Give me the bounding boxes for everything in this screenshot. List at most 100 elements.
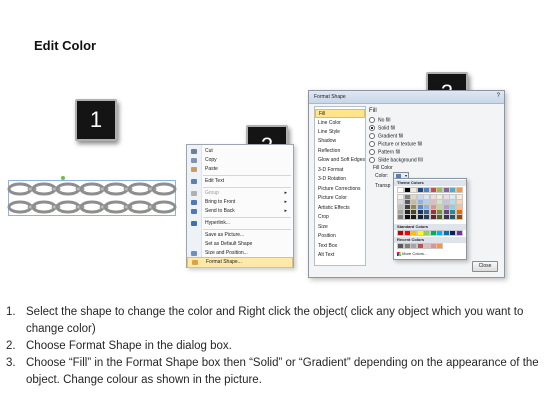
- no-fill-radio[interactable]: No fill: [369, 117, 391, 124]
- theme-shade-swatch[interactable]: [403, 204, 411, 210]
- theme-shade-swatch[interactable]: [436, 199, 443, 205]
- theme-shade-swatch[interactable]: [436, 194, 443, 200]
- theme-shade-swatch[interactable]: [442, 209, 450, 215]
- theme-shade-swatch[interactable]: [403, 209, 411, 215]
- theme-color-swatch[interactable]: [397, 187, 404, 193]
- picture-fill-radio[interactable]: Picture or texture fill: [369, 141, 422, 148]
- theme-color-swatch[interactable]: [403, 187, 411, 193]
- theme-shade-swatch[interactable]: [397, 194, 404, 200]
- theme-shade-swatch[interactable]: [436, 214, 443, 220]
- standard-color-swatch[interactable]: [436, 230, 443, 236]
- theme-shade-swatch[interactable]: [397, 209, 404, 215]
- category-crop[interactable]: Crop: [315, 213, 365, 222]
- menu-item-format-shape[interactable]: Format Shape...: [187, 257, 293, 268]
- recent-color-swatch[interactable]: [429, 243, 437, 249]
- theme-color-swatch[interactable]: [449, 187, 456, 193]
- theme-color-swatch[interactable]: [429, 187, 437, 193]
- slide-background-fill-radio[interactable]: Slide background fill: [369, 157, 423, 164]
- theme-shade-swatch[interactable]: [410, 199, 417, 205]
- pattern-fill-radio[interactable]: Pattern fill: [369, 149, 400, 156]
- menu-item-group[interactable]: Group ▸: [187, 189, 291, 198]
- theme-shade-swatch[interactable]: [423, 194, 430, 200]
- theme-shade-swatch[interactable]: [403, 194, 411, 200]
- standard-color-swatch[interactable]: [442, 230, 450, 236]
- theme-shade-swatch[interactable]: [449, 199, 456, 205]
- category-reflection[interactable]: Reflection: [315, 147, 365, 156]
- theme-shade-swatch[interactable]: [410, 204, 417, 210]
- theme-shade-swatch[interactable]: [423, 214, 430, 220]
- theme-shade-swatch[interactable]: [416, 204, 424, 210]
- theme-shade-swatch[interactable]: [403, 199, 411, 205]
- theme-shade-swatch[interactable]: [449, 194, 456, 200]
- category-picture-color[interactable]: Picture Color: [315, 194, 365, 203]
- category-text-box[interactable]: Text Box: [315, 242, 365, 251]
- theme-shade-swatch[interactable]: [410, 209, 417, 215]
- theme-shade-swatch[interactable]: [449, 209, 456, 215]
- menu-item-set-default-shape[interactable]: Set as Default Shape: [187, 240, 291, 249]
- theme-shade-swatch[interactable]: [397, 204, 404, 210]
- theme-shade-swatch[interactable]: [449, 204, 456, 210]
- theme-shade-swatch[interactable]: [410, 194, 417, 200]
- theme-shade-swatch[interactable]: [423, 199, 430, 205]
- recent-color-swatch[interactable]: [410, 243, 417, 249]
- theme-color-swatch[interactable]: [455, 187, 463, 193]
- menu-item-cut[interactable]: Cut: [187, 147, 291, 156]
- menu-item-edit-text[interactable]: Edit Text: [187, 177, 291, 186]
- category-shadow[interactable]: Shadow: [315, 137, 365, 146]
- theme-shade-swatch[interactable]: [397, 214, 404, 220]
- theme-shade-swatch[interactable]: [442, 214, 450, 220]
- menu-item-bring-to-front[interactable]: Bring to Front ▸: [187, 198, 291, 207]
- theme-shade-swatch[interactable]: [442, 199, 450, 205]
- recent-color-swatch[interactable]: [416, 243, 424, 249]
- standard-color-swatch[interactable]: [423, 230, 430, 236]
- help-icon[interactable]: ?: [497, 93, 500, 99]
- more-colors-item[interactable]: More Colors...: [397, 251, 427, 256]
- standard-color-swatch[interactable]: [416, 230, 424, 236]
- category-fill[interactable]: Fill: [315, 109, 365, 118]
- gradient-fill-radio[interactable]: Gradient fill: [369, 133, 403, 140]
- standard-color-swatch[interactable]: [455, 230, 463, 236]
- theme-shade-swatch[interactable]: [429, 209, 437, 215]
- category-alt-text[interactable]: Alt Text: [315, 251, 365, 260]
- theme-color-swatch[interactable]: [436, 187, 443, 193]
- theme-shade-swatch[interactable]: [429, 199, 437, 205]
- recent-color-swatch[interactable]: [397, 243, 404, 249]
- standard-color-swatch[interactable]: [397, 230, 404, 236]
- theme-shade-swatch[interactable]: [423, 209, 430, 215]
- category-artistic-effects[interactable]: Artistic Effects: [315, 204, 365, 213]
- category-position[interactable]: Position: [315, 232, 365, 241]
- theme-shade-swatch[interactable]: [455, 194, 463, 200]
- standard-color-swatch[interactable]: [410, 230, 417, 236]
- category-picture-corrections[interactable]: Picture Corrections: [315, 185, 365, 194]
- menu-item-hyperlink[interactable]: Hyperlink...: [187, 219, 291, 228]
- category-glow[interactable]: Glow and Soft Edges: [315, 156, 365, 165]
- standard-color-swatch[interactable]: [429, 230, 437, 236]
- theme-shade-swatch[interactable]: [449, 214, 456, 220]
- category-line-color[interactable]: Line Color: [315, 119, 365, 128]
- menu-item-send-to-back[interactable]: Send to Back ▸: [187, 207, 291, 216]
- theme-shade-swatch[interactable]: [455, 199, 463, 205]
- theme-shade-swatch[interactable]: [455, 214, 463, 220]
- theme-shade-swatch[interactable]: [436, 204, 443, 210]
- theme-shade-swatch[interactable]: [429, 194, 437, 200]
- theme-shade-swatch[interactable]: [416, 214, 424, 220]
- theme-shade-swatch[interactable]: [455, 204, 463, 210]
- theme-shade-swatch[interactable]: [436, 209, 443, 215]
- theme-shade-swatch[interactable]: [429, 214, 437, 220]
- category-line-style[interactable]: Line Style: [315, 128, 365, 137]
- theme-shade-swatch[interactable]: [416, 199, 424, 205]
- menu-item-save-as-picture[interactable]: Save as Picture...: [187, 231, 291, 240]
- theme-shade-swatch[interactable]: [455, 209, 463, 215]
- theme-shade-swatch[interactable]: [429, 204, 437, 210]
- theme-shade-swatch[interactable]: [397, 199, 404, 205]
- theme-shade-swatch[interactable]: [416, 194, 424, 200]
- recent-color-swatch[interactable]: [403, 243, 411, 249]
- theme-shade-swatch[interactable]: [416, 209, 424, 215]
- theme-color-swatch[interactable]: [416, 187, 424, 193]
- recent-color-swatch[interactable]: [436, 243, 443, 249]
- category-3d-rotation[interactable]: 3-D Rotation: [315, 175, 365, 184]
- theme-shade-swatch[interactable]: [423, 204, 430, 210]
- theme-color-swatch[interactable]: [442, 187, 450, 193]
- theme-shade-swatch[interactable]: [403, 214, 411, 220]
- category-3d-format[interactable]: 3-D Format: [315, 166, 365, 175]
